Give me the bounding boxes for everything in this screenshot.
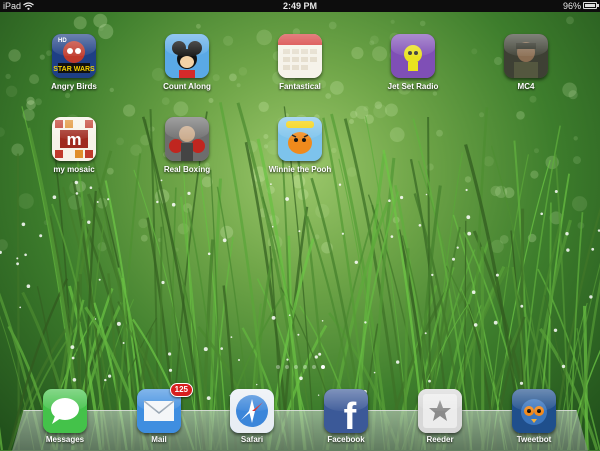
app-label: Reeder: [426, 435, 454, 444]
compass-icon: [230, 389, 274, 433]
app-label: my mosaic: [53, 165, 95, 174]
dock-app-facebook[interactable]: f Facebook: [306, 389, 386, 444]
dock-app-tweetbot[interactable]: Tweetbot: [494, 389, 574, 444]
speech-bubble-icon: [43, 389, 87, 433]
app-winnie-the-pooh[interactable]: Winnie the Pooh: [260, 117, 340, 174]
page-dot[interactable]: [320, 365, 325, 369]
page-dot[interactable]: [275, 365, 280, 369]
app-label: Real Boxing: [163, 165, 211, 174]
app-angry-birds[interactable]: STAR WARS HD Angry Birds: [34, 34, 114, 91]
app-fantastical[interactable]: Fantastical: [260, 34, 340, 91]
calendar-icon: [278, 34, 322, 78]
page-dot[interactable]: [293, 365, 298, 369]
app-label: Winnie the Pooh: [268, 165, 332, 174]
app-count-along[interactable]: Count Along: [147, 34, 227, 91]
page-dot[interactable]: [302, 365, 307, 369]
page-dot[interactable]: [311, 365, 316, 369]
jet-set-radio-icon: [391, 34, 435, 78]
soldier-icon: [504, 34, 548, 78]
facebook-f-icon: f: [324, 389, 368, 433]
dock-app-reeder[interactable]: Reeder: [400, 389, 480, 444]
app-label: Safari: [240, 435, 264, 444]
app-jet-set-radio[interactable]: Jet Set Radio: [373, 34, 453, 91]
battery-percent: 96%: [562, 1, 581, 11]
svg-text:f: f: [344, 396, 357, 433]
battery-icon: [583, 2, 599, 9]
star-icon: [418, 389, 462, 433]
clock: 2:49 PM: [282, 1, 317, 11]
tigger-icon: [278, 117, 322, 161]
page-indicator[interactable]: [0, 365, 600, 369]
page-dot[interactable]: [284, 365, 289, 369]
app-label: Mail: [151, 435, 167, 444]
mosaic-m-icon: m: [52, 117, 96, 161]
mickey-mouse-icon: [165, 34, 209, 78]
app-label: Angry Birds: [51, 82, 97, 91]
app-label: Tweetbot: [516, 435, 552, 444]
app-label: Fantastical: [279, 82, 321, 91]
app-label: Messages: [45, 435, 85, 444]
app-real-boxing[interactable]: Real Boxing: [147, 117, 227, 174]
bird-robot-icon: [512, 389, 556, 433]
dock-app-mail[interactable]: 125 Mail: [119, 383, 199, 444]
app-label: Jet Set Radio: [387, 82, 439, 91]
app-label: Count Along: [163, 82, 211, 91]
status-bar: iPad 2:49 PM 96%: [0, 0, 600, 12]
svg-text:STAR WARS: STAR WARS: [53, 66, 95, 73]
app-mc4[interactable]: MC4: [486, 34, 566, 91]
dock-app-safari[interactable]: Safari: [212, 389, 292, 444]
angry-birds-star-wars-icon: STAR WARS HD: [52, 34, 96, 78]
app-label: Facebook: [327, 435, 365, 444]
battery-fill: [585, 4, 595, 7]
dock-app-messages[interactable]: Messages: [25, 389, 105, 444]
svg-text:m: m: [66, 130, 81, 149]
app-label: MC4: [517, 82, 535, 91]
app-my-mosaic[interactable]: m my mosaic: [34, 117, 114, 174]
unread-count-badge: 125: [169, 383, 193, 397]
svg-text:HD: HD: [58, 38, 67, 44]
boxer-icon: [165, 117, 209, 161]
